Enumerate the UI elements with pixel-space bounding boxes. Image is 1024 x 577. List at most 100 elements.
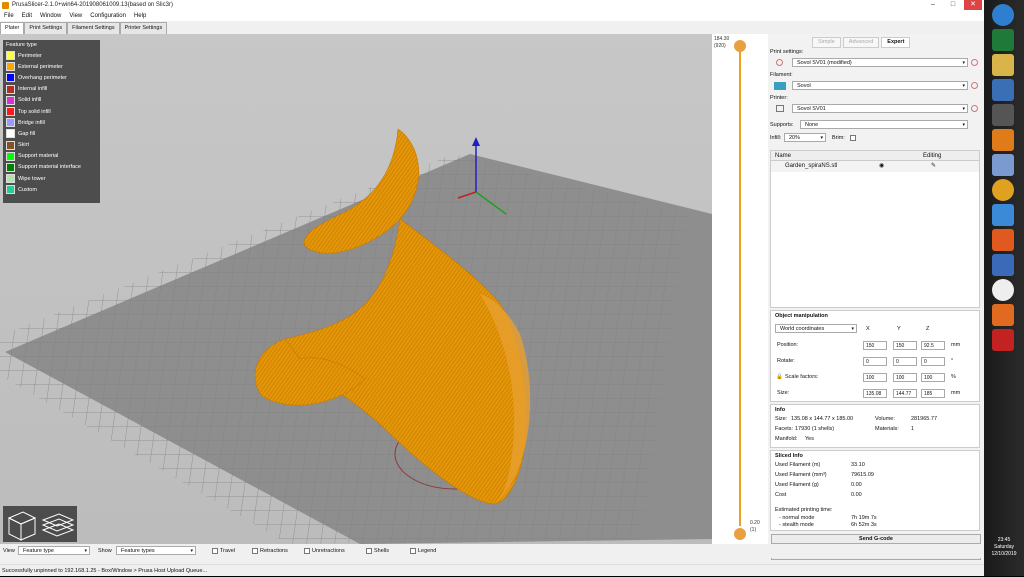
manipulation-field[interactable]: 0 [863,357,887,366]
infill-label: Infill: [770,135,782,141]
legend-title: Feature type [6,42,37,48]
filament-color-swatch[interactable] [774,82,786,90]
tab-filament-settings[interactable]: Filament Settings [67,22,120,34]
taskbar-globe-icon[interactable] [992,4,1014,26]
main-tabs: Plater Print Settings Filament Settings … [0,22,168,34]
sliced-info-label: Cost [775,492,787,498]
manipulation-field[interactable]: 185 [921,389,945,398]
manipulation-field[interactable]: 92.5 [921,341,945,350]
supports-select[interactable]: None ▾ [800,120,968,129]
filament-gear-icon[interactable] [971,82,978,89]
3d-viewport[interactable]: Feature type Perimeter External perimeter… [0,34,712,544]
taskbar-prusa-icon[interactable] [992,279,1014,301]
manipulation-field[interactable]: 100 [863,373,887,382]
taskbar-gear-icon[interactable] [992,204,1014,226]
3d-view-icon[interactable] [7,511,37,541]
layer-slider[interactable]: 184.30 (920) 0.20 (1) [712,34,768,544]
legend-item: Top solid infill [6,106,97,117]
brim-checkbox[interactable] [850,135,856,141]
travel-checkbox[interactable]: Travel [212,548,235,554]
window-title: PrusaSlicer-2.1.0+win64-201908061009.13(… [12,2,173,8]
taskbar-f-app-icon[interactable] [992,229,1014,251]
show-features-select[interactable]: Feature types ▾ [116,546,196,555]
object-name: Garden_spiraNS.stl [785,163,838,169]
legend-label: Support material interface [18,164,81,171]
legend-checkbox[interactable]: Legend [410,548,436,554]
send-gcode-button[interactable]: Send G-code [771,534,981,544]
menu-help[interactable]: Help [134,11,146,21]
menu-configuration[interactable]: Configuration [90,11,126,21]
minimize-button[interactable]: – [924,0,942,10]
legend-label: Bridge infill [18,119,45,126]
mode-expert[interactable]: Expert [881,37,911,48]
taskbar-people-icon[interactable] [992,154,1014,176]
taskbar-excel-icon[interactable] [992,29,1014,51]
feature-legend: Feature type Perimeter External perimeter… [3,40,100,203]
shells-checkbox[interactable]: Shells [366,548,389,554]
slider-bottom-handle[interactable] [734,528,746,540]
preview-bottom-bar: View Feature type ▾ Show Feature types ▾ T… [0,545,984,558]
menu-window[interactable]: Window [40,11,61,21]
lock-icon[interactable]: 🔒 [776,374,783,380]
print-settings-select[interactable]: Sovol SV01 (modified) ▾ [792,58,968,67]
info-panel: Info Size: 135.08 x 144.77 x 185.00 Volu… [770,404,980,448]
sliced-info-label: Used Filament (g) [775,482,819,488]
status-bar: Successfully unpinned to 192.168.1.25 - … [0,564,984,576]
manipulation-field[interactable]: 150 [863,341,887,350]
unretractions-checkbox[interactable]: Unretractions [304,548,345,554]
taskbar-media-icon[interactable] [992,304,1014,326]
slider-top-handle[interactable] [734,40,746,52]
close-button[interactable]: ✕ [964,0,982,10]
taskbar-box-icon[interactable] [992,129,1014,151]
tab-printer-settings[interactable]: Printer Settings [119,22,168,34]
taskbar-record-icon[interactable] [992,329,1014,351]
menu-file[interactable]: File [4,11,14,21]
infill-select[interactable]: 20% ▾ [784,133,826,142]
coordinate-system-select[interactable]: World coordinates ▾ [775,324,857,333]
taskbar-folder-icon[interactable] [992,54,1014,76]
maximize-button[interactable]: □ [944,0,962,10]
legend-label: Internal infill [18,86,48,93]
legend-item: Internal infill [6,84,97,95]
retractions-checkbox[interactable]: Retractions [252,548,288,554]
sliced-info-value: 0.00 [851,492,862,498]
mode-advanced[interactable]: Advanced [842,37,880,48]
eye-icon[interactable]: ◉ [879,161,884,172]
manipulation-unit: mm [951,342,961,348]
filament-select[interactable]: Sovol ▾ [792,81,968,90]
manipulation-field[interactable]: 100 [893,373,917,382]
mode-simple[interactable]: Simple [812,37,841,48]
object-list: Name Editing Garden_spiraNS.stl ◉ ✎ [770,150,980,308]
manipulation-field[interactable]: 135.08 [863,389,887,398]
edit-icon[interactable]: ✎ [931,161,936,172]
axis-z-label: Z [926,326,930,332]
manipulation-field[interactable]: 0 [893,357,917,366]
view-type-select[interactable]: Feature type ▾ [18,546,90,555]
taskbar-lock-icon[interactable] [992,104,1014,126]
layers-view-icon[interactable] [41,513,75,537]
legend-swatch [6,129,15,139]
taskbar-chrome-icon[interactable] [992,179,1014,201]
menu-edit[interactable]: Edit [22,11,32,21]
legend-item: Wipe tower [6,173,97,184]
system-clock[interactable]: 23:45 Saturday 12/10/2019 [984,537,1024,558]
print-settings-gear-icon[interactable] [971,59,978,66]
show-label: Show [98,548,112,554]
tab-plater[interactable]: Plater [0,22,25,34]
tab-print-settings[interactable]: Print Settings [24,22,68,34]
info-size-label: Size: [775,416,788,422]
list-item[interactable]: Garden_spiraNS.stl ◉ ✎ [771,161,979,172]
manipulation-field[interactable]: 150 [893,341,917,350]
manipulation-field[interactable]: 0 [921,357,945,366]
sliced-info-label: Used Filament (mm³) [775,472,827,478]
legend-item: Perimeter [6,50,97,61]
printer-select[interactable]: Sovol SV01 ▾ [792,104,968,113]
legend-swatch [6,62,15,72]
taskbar-tool-x-icon[interactable] [992,79,1014,101]
printer-gear-icon[interactable] [971,105,978,112]
manipulation-field[interactable]: 144.77 [893,389,917,398]
manipulation-field[interactable]: 100 [921,373,945,382]
taskbar-network-icon[interactable] [992,254,1014,276]
menu-view[interactable]: View [69,11,82,21]
chevron-down-icon: ▾ [962,122,965,128]
